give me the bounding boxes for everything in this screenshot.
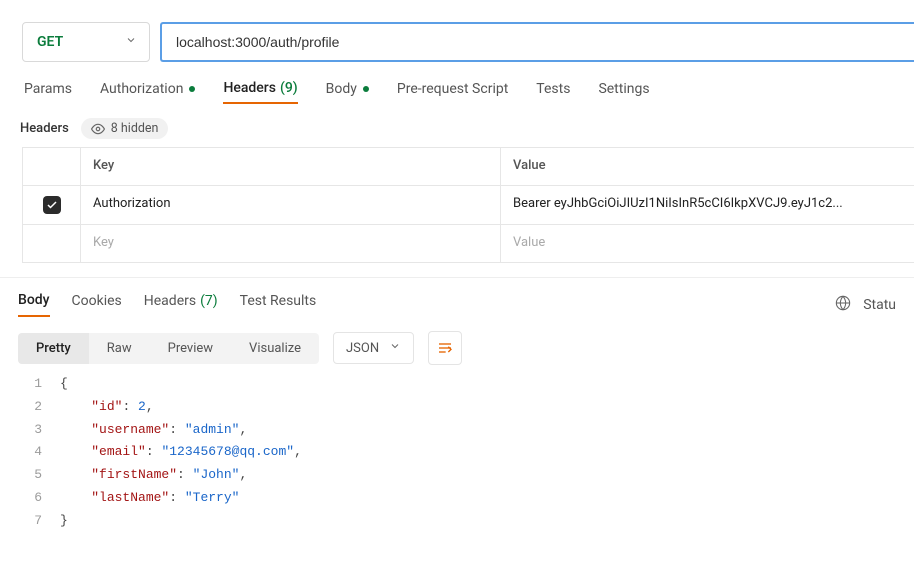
- header-row-key[interactable]: Authorization: [81, 186, 501, 224]
- code-line: 2 "id": 2,: [18, 396, 914, 419]
- body-format-label: JSON: [346, 341, 379, 356]
- globe-icon[interactable]: [835, 295, 851, 315]
- header-row-value[interactable]: Bearer eyJhbGciOiJIUzI1NiIsInR5cCI6IkpXV…: [501, 186, 914, 224]
- tab-body-label: Body: [326, 81, 357, 97]
- tab-settings[interactable]: Settings: [598, 81, 649, 103]
- table-row: Key Value: [23, 225, 914, 263]
- chevron-down-icon: [125, 34, 137, 50]
- body-view-segment: Pretty Raw Preview Visualize: [18, 333, 319, 364]
- header-row-value-placeholder[interactable]: Value: [501, 225, 914, 262]
- code-text: "username": "admin",: [60, 419, 247, 442]
- hidden-headers-label: 8 hidden: [111, 121, 159, 136]
- header-row-checkbox[interactable]: [43, 196, 61, 214]
- code-line: 7}: [18, 510, 914, 533]
- seg-pretty[interactable]: Pretty: [18, 333, 89, 364]
- header-row-checkbox-cell: [23, 186, 81, 224]
- check-icon: [46, 199, 58, 211]
- line-number: 3: [18, 419, 60, 442]
- tab-headers-label: Headers: [223, 80, 276, 96]
- code-line: 4 "email": "12345678@qq.com",: [18, 441, 914, 464]
- headers-table-head: Key Value: [23, 148, 914, 186]
- header-row-key-placeholder[interactable]: Key: [81, 225, 501, 262]
- tab-params[interactable]: Params: [24, 81, 72, 103]
- headers-value-col: Value: [501, 148, 914, 185]
- code-text: "email": "12345678@qq.com",: [60, 441, 302, 464]
- headers-checkbox-col: [23, 148, 81, 185]
- http-method-select[interactable]: GET: [22, 22, 150, 62]
- wrap-lines-button[interactable]: [428, 331, 462, 365]
- table-row: Authorization Bearer eyJhbGciOiJIUzI1NiI…: [23, 186, 914, 225]
- headers-subheader: Headers 8 hidden: [0, 104, 914, 147]
- seg-visualize[interactable]: Visualize: [231, 333, 319, 364]
- wrap-icon: [437, 340, 453, 356]
- response-tabs: Body Cookies Headers (7) Test Results: [18, 292, 316, 317]
- line-number: 4: [18, 441, 60, 464]
- resp-tab-body[interactable]: Body: [18, 292, 50, 317]
- status-label: Statu: [863, 297, 896, 313]
- line-number: 6: [18, 487, 60, 510]
- resp-tab-headers-count: (7): [200, 293, 218, 309]
- code-text: "id": 2,: [60, 396, 154, 419]
- headers-table: Key Value Authorization Bearer eyJhbGciO…: [22, 147, 914, 263]
- hidden-headers-toggle[interactable]: 8 hidden: [81, 118, 169, 139]
- seg-preview[interactable]: Preview: [150, 333, 231, 364]
- tab-authorization[interactable]: Authorization: [100, 81, 195, 103]
- line-number: 1: [18, 373, 60, 396]
- body-toolbar: Pretty Raw Preview Visualize JSON: [0, 317, 914, 365]
- response-status-area: Statu: [835, 295, 896, 315]
- code-line: 5 "firstName": "John",: [18, 464, 914, 487]
- resp-tab-cookies[interactable]: Cookies: [72, 292, 122, 317]
- tab-tests[interactable]: Tests: [536, 81, 570, 103]
- http-method-label: GET: [37, 34, 63, 50]
- resp-tab-headers-label: Headers: [144, 293, 196, 309]
- eye-icon: [91, 122, 105, 136]
- request-row: GET: [0, 0, 914, 62]
- request-tabs: Params Authorization Headers (9) Body Pr…: [0, 62, 914, 104]
- tab-body[interactable]: Body: [326, 81, 369, 103]
- seg-raw[interactable]: Raw: [89, 333, 150, 364]
- line-number: 7: [18, 510, 60, 533]
- code-text: "firstName": "John",: [60, 464, 247, 487]
- code-line: 1{: [18, 373, 914, 396]
- dot-indicator-icon: [189, 86, 195, 92]
- headers-key-col: Key: [81, 148, 501, 185]
- chevron-down-icon: [389, 340, 401, 356]
- tab-headers[interactable]: Headers (9): [223, 80, 297, 104]
- line-number: 2: [18, 396, 60, 419]
- tab-prerequest-script[interactable]: Pre-request Script: [397, 81, 508, 103]
- line-number: 5: [18, 464, 60, 487]
- body-format-select[interactable]: JSON: [333, 332, 414, 364]
- code-text: "lastName": "Terry": [60, 487, 239, 510]
- response-code-view[interactable]: 1{2 "id": 2,3 "username": "admin",4 "ema…: [0, 365, 914, 532]
- header-row-checkbox-cell: [23, 225, 81, 262]
- response-bar: Body Cookies Headers (7) Test Results St…: [0, 277, 914, 317]
- resp-tab-headers[interactable]: Headers (7): [144, 292, 218, 317]
- resp-tab-test-results[interactable]: Test Results: [240, 292, 317, 317]
- tab-headers-count: (9): [280, 80, 298, 96]
- code-line: 6 "lastName": "Terry": [18, 487, 914, 510]
- code-text: }: [60, 510, 68, 533]
- code-text: {: [60, 373, 68, 396]
- headers-title: Headers: [20, 121, 69, 136]
- url-input-container: [160, 22, 914, 62]
- dot-indicator-icon: [363, 86, 369, 92]
- code-line: 3 "username": "admin",: [18, 419, 914, 442]
- url-input[interactable]: [176, 34, 900, 50]
- tab-authorization-label: Authorization: [100, 81, 183, 97]
